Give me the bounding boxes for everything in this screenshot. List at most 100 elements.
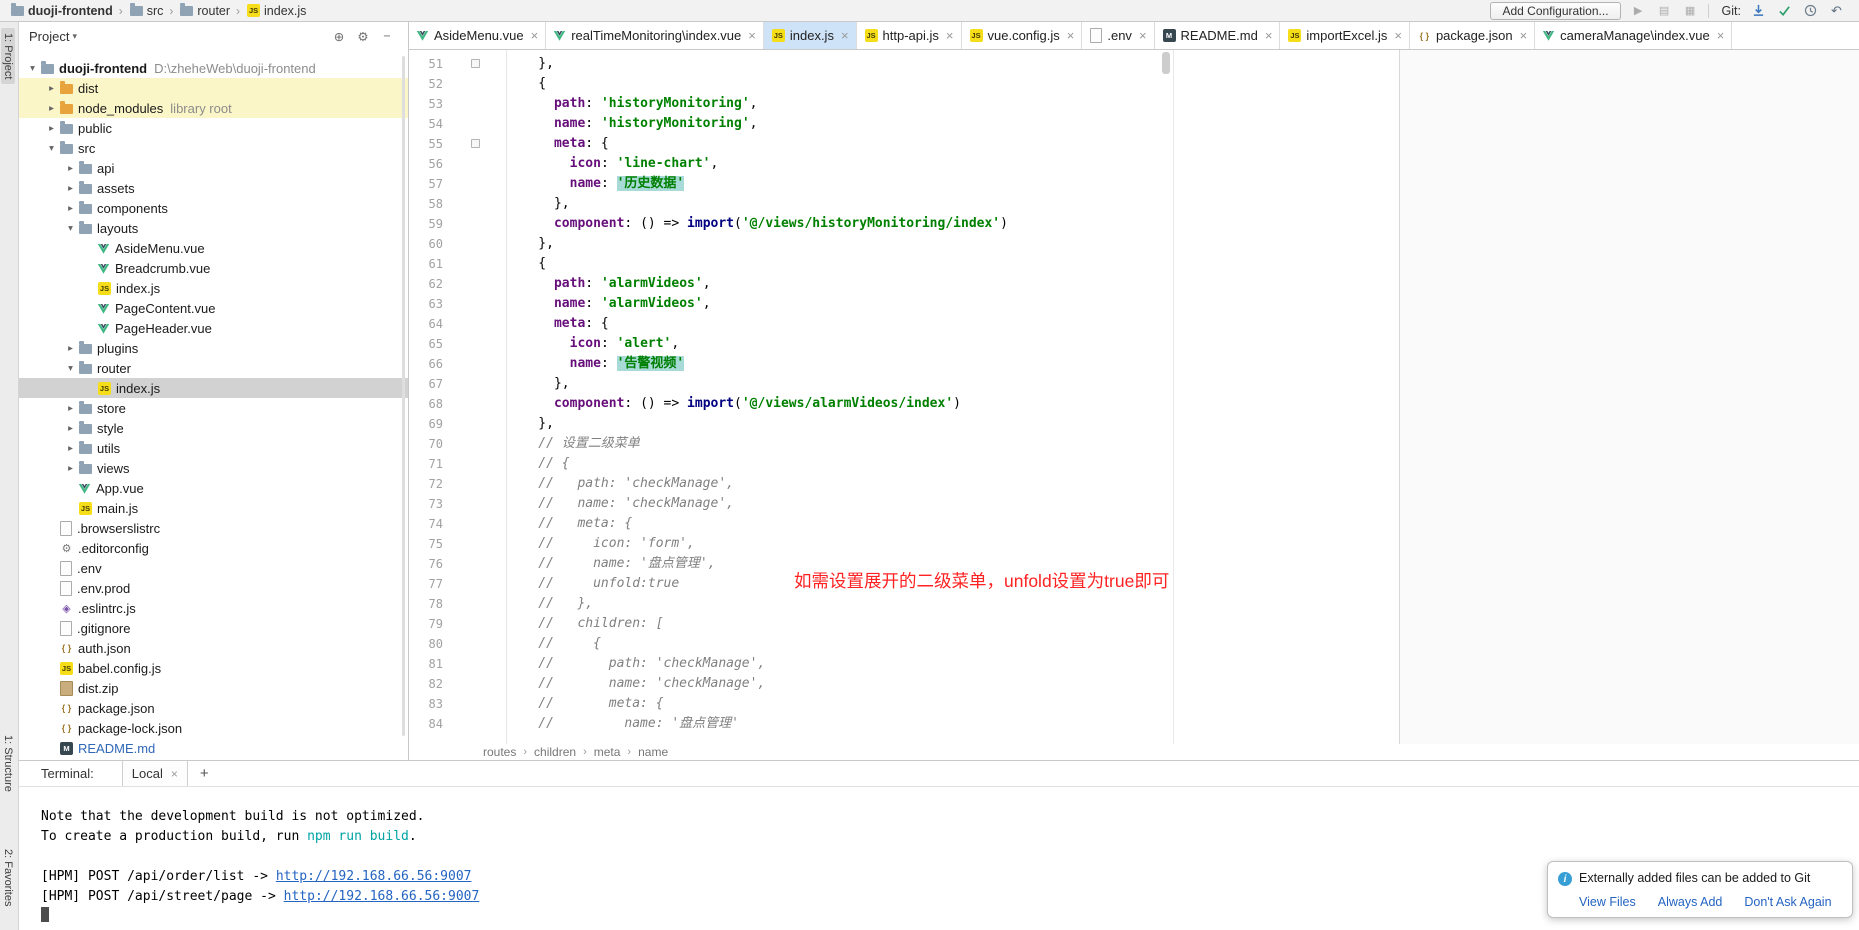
- editor-tab[interactable]: cameraManage\index.vue: [1535, 22, 1732, 49]
- history-icon[interactable]: [1802, 3, 1819, 19]
- tree-item[interactable]: ▸store: [19, 398, 408, 418]
- tool-button-structure[interactable]: 1: Structure: [1, 730, 15, 797]
- debug-icon[interactable]: ▤: [1656, 3, 1673, 19]
- editor-breadcrumb-item[interactable]: routes: [483, 745, 516, 759]
- tree-item[interactable]: ▾src: [19, 138, 408, 158]
- project-panel-title[interactable]: Project: [29, 29, 69, 44]
- tree-item[interactable]: ▸assets: [19, 178, 408, 198]
- tree-item[interactable]: JSindex.js: [19, 278, 408, 298]
- close-icon[interactable]: [1520, 28, 1528, 43]
- tree-item[interactable]: ▸node_moduleslibrary root: [19, 98, 408, 118]
- tree-item[interactable]: Breadcrumb.vue: [19, 258, 408, 278]
- tree-item[interactable]: { }auth.json: [19, 638, 408, 658]
- editor-tab[interactable]: AsideMenu.vue: [409, 22, 546, 49]
- chevron-collapsed-icon[interactable]: ▸: [63, 423, 78, 434]
- tree-item[interactable]: .env.prod: [19, 578, 408, 598]
- editor-breadcrumb-item[interactable]: meta: [594, 745, 621, 759]
- tree-item[interactable]: ◈.eslintrc.js: [19, 598, 408, 618]
- close-icon[interactable]: [1265, 28, 1273, 43]
- chevron-collapsed-icon[interactable]: ▸: [44, 103, 59, 114]
- locate-file-icon[interactable]: ⊕: [327, 29, 351, 44]
- breadcrumb-item[interactable]: src: [127, 4, 166, 18]
- tree-item[interactable]: AsideMenu.vue: [19, 238, 408, 258]
- tree-item[interactable]: JSindex.js: [19, 378, 408, 398]
- tree-item[interactable]: ▸style: [19, 418, 408, 438]
- close-icon[interactable]: [1139, 28, 1147, 43]
- gear-icon[interactable]: ⚙: [351, 29, 375, 44]
- rollback-icon[interactable]: ↶: [1828, 3, 1845, 19]
- tree-item[interactable]: ▸api: [19, 158, 408, 178]
- close-icon[interactable]: [1394, 28, 1402, 43]
- git-update-icon[interactable]: [1750, 3, 1767, 19]
- tree-item[interactable]: JSbabel.config.js: [19, 658, 408, 678]
- tree-item[interactable]: ▾layouts: [19, 218, 408, 238]
- chevron-collapsed-icon[interactable]: ▸: [63, 443, 78, 454]
- editor-tab[interactable]: realTimeMonitoring\index.vue: [546, 22, 764, 49]
- coverage-icon[interactable]: ▦: [1682, 3, 1699, 19]
- tree-item[interactable]: PageHeader.vue: [19, 318, 408, 338]
- fold-marker[interactable]: [471, 139, 480, 148]
- tree-item[interactable]: ▾router: [19, 358, 408, 378]
- chevron-collapsed-icon[interactable]: ▸: [44, 123, 59, 134]
- editor-tab[interactable]: JSvue.config.js: [962, 22, 1083, 49]
- chevron-collapsed-icon[interactable]: ▸: [63, 183, 78, 194]
- add-configuration-button[interactable]: Add Configuration...: [1490, 2, 1620, 20]
- chevron-expanded-icon[interactable]: ▾: [63, 223, 78, 234]
- chevron-collapsed-icon[interactable]: ▸: [44, 83, 59, 94]
- notification-action[interactable]: Don't Ask Again: [1744, 895, 1831, 909]
- notification-action[interactable]: Always Add: [1658, 895, 1723, 909]
- editor-tab[interactable]: .env: [1082, 22, 1154, 49]
- tree-item[interactable]: ⚙.editorconfig: [19, 538, 408, 558]
- tree-item[interactable]: MREADME.md: [19, 738, 408, 758]
- editor-tab[interactable]: JSimportExcel.js: [1280, 22, 1410, 49]
- tool-button-favorites[interactable]: 2: Favorites: [1, 844, 15, 911]
- git-commit-icon[interactable]: [1776, 3, 1793, 19]
- close-icon[interactable]: [946, 28, 954, 43]
- tree-item[interactable]: ▸components: [19, 198, 408, 218]
- terminal-tab-local[interactable]: Local: [122, 761, 188, 786]
- terminal-link[interactable]: http://192.168.66.56:9007: [276, 869, 472, 884]
- project-scrollbar[interactable]: [402, 56, 405, 736]
- code-area[interactable]: 如需设置展开的二级菜单，unfold设置为true即可 }, { path: '…: [507, 50, 1859, 744]
- tree-item[interactable]: ▸dist: [19, 78, 408, 98]
- breadcrumb-item[interactable]: JSindex.js: [244, 4, 308, 18]
- terminal-link[interactable]: http://192.168.66.56:9007: [284, 889, 480, 904]
- editor-tab[interactable]: JShttp-api.js: [857, 22, 962, 49]
- tool-button-project[interactable]: 1: Project: [1, 28, 15, 84]
- chevron-collapsed-icon[interactable]: ▸: [63, 403, 78, 414]
- tree-item[interactable]: App.vue: [19, 478, 408, 498]
- chevron-collapsed-icon[interactable]: ▸: [63, 343, 78, 354]
- tree-item[interactable]: ▸plugins: [19, 338, 408, 358]
- editor-tab[interactable]: { }package.json: [1410, 22, 1535, 49]
- editor-tab[interactable]: JSindex.js: [764, 22, 857, 49]
- tree-item[interactable]: ▸views: [19, 458, 408, 478]
- notification-action[interactable]: View Files: [1579, 895, 1636, 909]
- tree-item[interactable]: dist.zip: [19, 678, 408, 698]
- chevron-expanded-icon[interactable]: ▾: [25, 63, 40, 74]
- tree-item[interactable]: { }package-lock.json: [19, 718, 408, 738]
- tree-item[interactable]: .gitignore: [19, 618, 408, 638]
- close-icon[interactable]: [841, 28, 849, 43]
- chevron-expanded-icon[interactable]: ▾: [63, 363, 78, 374]
- hide-panel-icon[interactable]: −: [375, 29, 399, 43]
- editor-tab[interactable]: MREADME.md: [1155, 22, 1281, 49]
- fold-marker[interactable]: [471, 59, 480, 68]
- scrollbar-thumb[interactable]: [1162, 52, 1170, 74]
- tree-item[interactable]: { }package.json: [19, 698, 408, 718]
- tree-item[interactable]: .env: [19, 558, 408, 578]
- close-icon[interactable]: [531, 28, 539, 43]
- tree-item[interactable]: JSmain.js: [19, 498, 408, 518]
- close-icon[interactable]: [1067, 28, 1075, 43]
- close-icon[interactable]: [1717, 28, 1725, 43]
- new-terminal-icon[interactable]: +: [200, 765, 209, 782]
- chevron-collapsed-icon[interactable]: ▸: [63, 163, 78, 174]
- tree-item[interactable]: PageContent.vue: [19, 298, 408, 318]
- tree-item[interactable]: ▾duoji-frontendD:\zheheWeb\duoji-fronten…: [19, 58, 408, 78]
- breadcrumb-item[interactable]: duoji-frontend: [8, 4, 115, 18]
- close-icon[interactable]: [748, 28, 756, 43]
- chevron-expanded-icon[interactable]: ▾: [44, 143, 59, 154]
- tree-item[interactable]: ▸public: [19, 118, 408, 138]
- chevron-collapsed-icon[interactable]: ▸: [63, 463, 78, 474]
- tree-item[interactable]: .browserslistrc: [19, 518, 408, 538]
- chevron-down-icon[interactable]: ▾: [72, 31, 77, 42]
